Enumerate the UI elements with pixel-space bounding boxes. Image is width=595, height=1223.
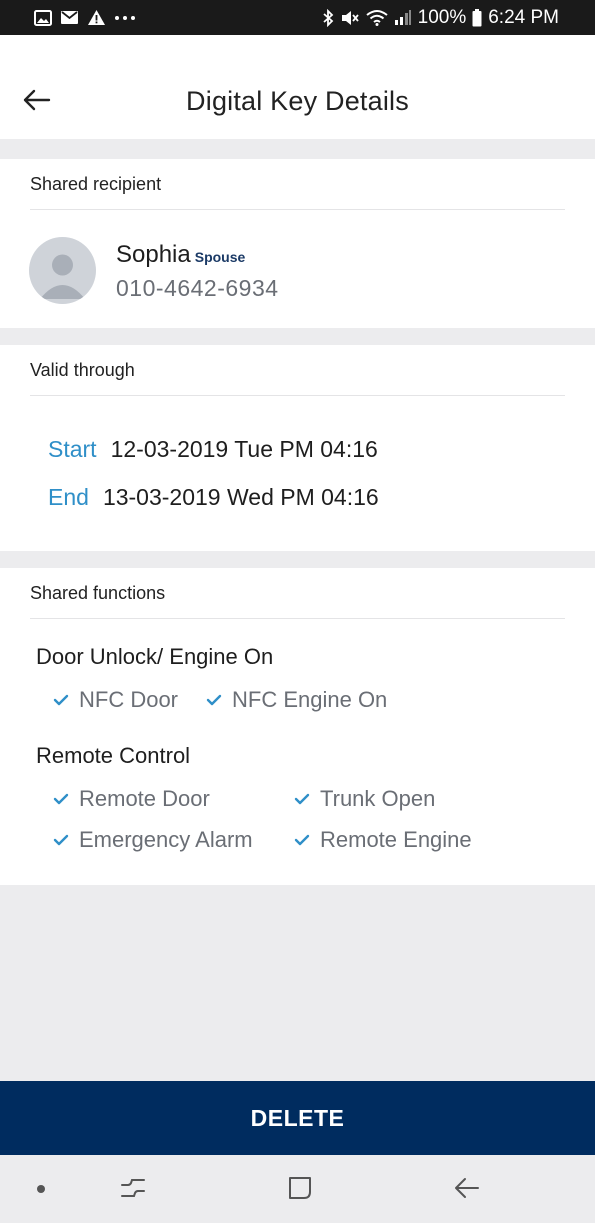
- functions-card: Shared functions Door Unlock/ Engine On …: [0, 568, 595, 885]
- image-icon: [34, 9, 52, 26]
- function-item: Remote Engine: [294, 827, 472, 853]
- system-nav-bar: [0, 1155, 595, 1223]
- home-button[interactable]: [283, 1175, 317, 1205]
- signal-icon: [394, 9, 412, 26]
- wifi-icon: [366, 9, 388, 26]
- recents-icon: [120, 1177, 146, 1204]
- divider: [30, 209, 565, 210]
- status-right-icons: 100% 6:24 PM: [322, 7, 559, 29]
- function-item-label: NFC Door: [79, 687, 179, 712]
- function-item: Trunk Open: [294, 786, 435, 812]
- mute-icon: [340, 9, 360, 27]
- status-left-icons: [34, 9, 136, 26]
- recipient-relation: Spouse: [194, 249, 246, 265]
- divider: [30, 395, 565, 396]
- start-label: Start: [48, 436, 97, 462]
- check-icon: [53, 694, 69, 706]
- end-value: 13-03-2019 Wed PM 04:16: [102, 484, 379, 510]
- home-icon: [287, 1175, 313, 1206]
- function-item-label: Remote Engine: [320, 827, 472, 852]
- recents-button[interactable]: [116, 1175, 150, 1205]
- validity-card: Valid through Start 12-03-2019 Tue PM 04…: [0, 345, 595, 551]
- check-icon: [294, 793, 310, 805]
- bluetooth-icon: [322, 8, 334, 27]
- avatar: [29, 237, 96, 304]
- delete-button[interactable]: DELETE: [0, 1081, 595, 1155]
- battery-icon: [472, 8, 482, 27]
- validity-section-label: Valid through: [30, 360, 135, 380]
- check-icon: [53, 834, 69, 846]
- function-item: Remote Door: [53, 786, 210, 812]
- end-row: End 13-03-2019 Wed PM 04:16: [48, 484, 379, 511]
- app-header: Digital Key Details: [0, 35, 595, 139]
- function-item-label: Emergency Alarm: [79, 827, 253, 852]
- page-title: Digital Key Details: [186, 86, 409, 116]
- recipient-name-line: Sophia Spouse: [116, 241, 245, 269]
- functions-section-label: Shared functions: [30, 583, 166, 603]
- start-value: 12-03-2019 Tue PM 04:16: [110, 436, 378, 462]
- function-item: NFC Door: [53, 687, 178, 713]
- function-item-label: NFC Engine On: [232, 687, 388, 712]
- mail-icon: [60, 10, 79, 25]
- function-item-label: Trunk Open: [320, 786, 436, 811]
- more-icon: [114, 15, 136, 21]
- function-item: Emergency Alarm: [53, 827, 253, 853]
- divider: [30, 618, 565, 619]
- back-icon: [454, 1177, 480, 1204]
- function-item: NFC Engine On: [206, 687, 387, 713]
- recipient-card: Shared recipient Sophia Spouse 010-4642-6…: [0, 159, 595, 328]
- system-back-button[interactable]: [450, 1175, 484, 1205]
- function-group-title: Door Unlock/ Engine On: [36, 644, 274, 669]
- status-bar: 100% 6:24 PM: [0, 0, 595, 35]
- check-icon: [206, 694, 222, 706]
- clock: 6:24 PM: [488, 6, 559, 28]
- end-label: End: [48, 484, 89, 510]
- function-item-label: Remote Door: [79, 786, 210, 811]
- function-group-title: Remote Control: [36, 743, 191, 768]
- person-icon: [40, 254, 85, 299]
- nav-dot-button[interactable]: [24, 1175, 58, 1205]
- check-icon: [294, 834, 310, 846]
- start-row: Start 12-03-2019 Tue PM 04:16: [48, 436, 378, 463]
- recipient-phone: 010-4642-6934: [116, 275, 279, 301]
- dot-icon: [36, 1181, 46, 1199]
- recipient-name: Sophia: [116, 241, 191, 268]
- recipient-section-label: Shared recipient: [30, 174, 162, 194]
- warning-icon: [87, 9, 106, 26]
- battery-percent: 100%: [417, 6, 467, 28]
- check-icon: [53, 793, 69, 805]
